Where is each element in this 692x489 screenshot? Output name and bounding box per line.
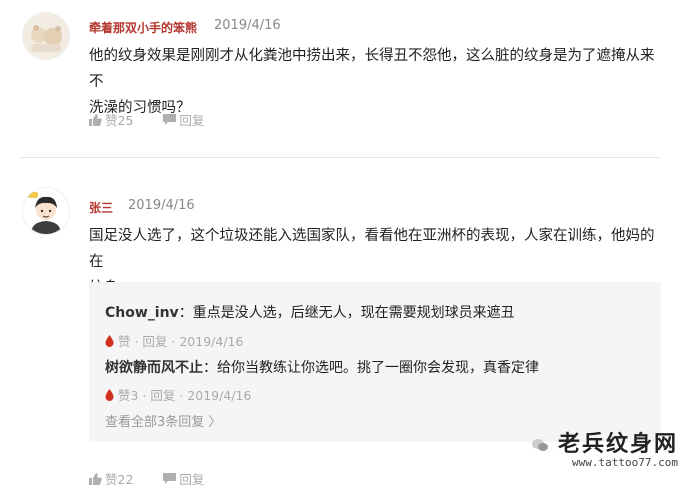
reply-text: ：重点是没人选，后继无人，现在需要规划球员来遮丑 xyxy=(178,305,515,321)
reply-button[interactable]: 回复 xyxy=(163,469,204,488)
watermark-title-text: 老兵纹身网 xyxy=(557,431,678,457)
reply-username[interactable]: 树欲静而风不止 xyxy=(105,360,203,376)
like-button[interactable]: 赞22 xyxy=(89,469,133,488)
view-all-replies-link[interactable]: 查看全部3条回复 〉 xyxy=(105,411,221,430)
bear-avatar-icon xyxy=(23,13,69,59)
flame-drop-icon[interactable] xyxy=(105,334,114,347)
watermark-title: 老兵纹身网 xyxy=(532,426,678,458)
flame-drop-icon[interactable] xyxy=(105,388,114,401)
like-count: 赞22 xyxy=(105,472,134,487)
replies-panel: Chow_inv：重点是没人选，后继无人，现在需要规划球员来遮丑 赞 · 回复 … xyxy=(89,282,661,442)
thumbs-up-icon xyxy=(89,113,102,126)
reply-meta: 赞3 · 回复 · 2019/4/16 xyxy=(105,385,251,404)
like-count: 赞25 xyxy=(105,113,134,128)
comment-date: 2019/4/16 xyxy=(128,198,195,213)
thumbs-up-icon xyxy=(89,472,102,485)
reply-meta: 赞 · 回复 · 2019/4/16 xyxy=(105,331,243,350)
username[interactable]: 张三 xyxy=(89,199,113,216)
speech-bubble-icon xyxy=(163,472,177,484)
reply-meta-text[interactable]: 赞3 · 回复 · 2019/4/16 xyxy=(118,385,251,404)
like-button[interactable]: 赞25 xyxy=(89,110,133,129)
wechat-icon xyxy=(532,439,549,451)
comment-actions: 赞25 回复 xyxy=(89,110,204,129)
cartoon-boy-avatar-icon xyxy=(23,188,69,234)
speech-bubble-icon xyxy=(163,113,177,125)
watermark: 老兵纹身网 www.tattoo77.com xyxy=(532,426,678,469)
reply-item: 树欲静而风不止：给你当教练让你选吧。挑了一圈你会发现，真香定律 xyxy=(105,357,539,377)
comment-actions: 赞22 回复 xyxy=(89,469,204,488)
comment-date: 2019/4/16 xyxy=(214,18,281,33)
reply-meta-text[interactable]: 赞 · 回复 · 2019/4/16 xyxy=(118,331,243,350)
comment-text-line: 国足没人选了，这个垃圾还能入选国家队，看看他在亚洲杯的表现，人家在训练，他妈的在 xyxy=(89,228,655,270)
avatar[interactable] xyxy=(22,12,70,60)
divider xyxy=(20,157,660,158)
comment-text-line: 他的纹身效果是刚刚才从化粪池中捞出来，长得丑不怨他，这么脏的纹身是为了遮掩从来不 xyxy=(89,48,655,90)
avatar[interactable] xyxy=(22,187,70,235)
reply-label: 回复 xyxy=(179,113,205,128)
reply-label: 回复 xyxy=(179,472,205,487)
reply-text: ：给你当教练让你选吧。挑了一圈你会发现，真香定律 xyxy=(203,360,539,376)
reply-item: Chow_inv：重点是没人选，后继无人，现在需要规划球员来遮丑 xyxy=(105,302,515,322)
reply-button[interactable]: 回复 xyxy=(163,110,204,129)
username[interactable]: 牵着那双小手的笨熊 xyxy=(89,19,197,36)
reply-username[interactable]: Chow_inv xyxy=(105,305,179,321)
